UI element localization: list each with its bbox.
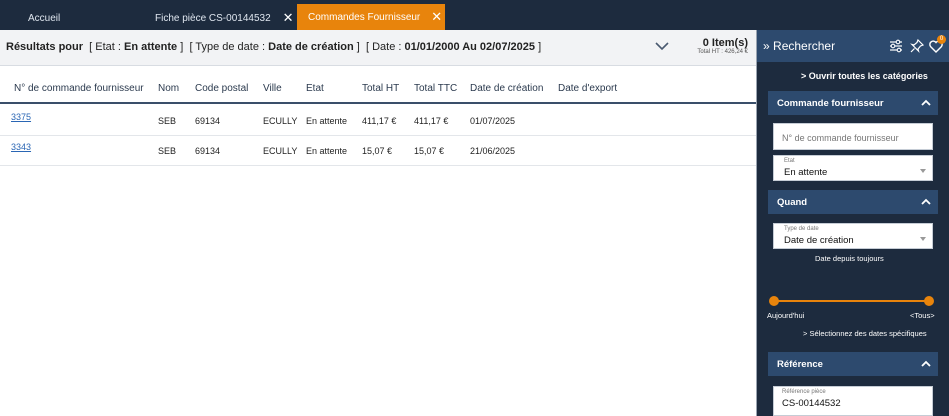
etat-value: En attente [784,167,828,178]
open-all-categories-link[interactable]: > Ouvrir toutes les catégories [801,71,928,81]
summary-type-end: ] [356,41,360,53]
col-header-total-ht[interactable]: Total HT [362,83,399,94]
summary-prefix: Résultats pour [6,41,84,53]
summary-type-label: [ Type de date : [189,41,266,53]
date-range-slider[interactable] [774,300,929,302]
items-count: 0 Item(s) Total HT : 426,24 € [697,37,748,55]
reference-value: CS-00144532 [782,398,841,409]
close-icon[interactable]: ✕ [283,10,294,26]
col-header-ville[interactable]: Ville [263,83,282,94]
summary-type-value: Date de création [268,41,354,53]
dropdown-arrow-icon [920,169,926,173]
summary-date-label: [ Date : [365,41,402,53]
results-area: Résultats pour [ Etat : En attente ] [ T… [0,30,756,416]
reference-caption: Référence pièce [782,389,826,395]
search-panel-header: » Rechercher 0 [757,30,949,62]
total-ht: Total HT : 426,24 € [697,49,748,55]
app-root: Accueil Fiche pièce CS-00144532 ✕ Comman… [0,0,949,416]
order-number-placeholder: N° de commande fournisseur [782,133,899,143]
search-panel: » Rechercher 0 > Ouvrir toutes les catég… [757,30,949,416]
tab-commandes-label: Commandes Fournisseur [308,11,421,23]
tab-accueil-label: Accueil [28,12,61,24]
cell-total-ht: 15,07 € [362,146,393,156]
col-header-nom[interactable]: Nom [158,83,179,94]
col-header-etat[interactable]: Etat [306,83,324,94]
col-header-date-creation[interactable]: Date de création [470,83,543,94]
specific-dates-label: Sélectionnez des dates spécifiques [809,329,927,338]
etat-caption: Etat [784,158,795,164]
summary-etat-value: En attente [124,41,178,53]
cell-nom: SEB [158,116,177,126]
col-header-total-ttc[interactable]: Total TTC [414,83,457,94]
cell-date-creation: 21/06/2025 [470,146,516,156]
search-panel-title[interactable]: » Rechercher [763,39,835,53]
section-quand[interactable]: Quand [768,190,938,214]
etat-select[interactable]: Etat En attente [773,155,933,181]
search-panel-title-label: Rechercher [773,39,836,53]
cell-total-ttc: 411,17 € [414,116,449,126]
close-icon[interactable]: ✕ [431,9,442,25]
chevron-up-icon[interactable] [919,96,933,110]
chevron-up-icon[interactable] [919,195,933,209]
order-number-link[interactable]: 3343 [11,142,31,152]
pin-icon[interactable] [909,38,925,54]
slider-handle-start[interactable] [769,296,779,306]
date-type-select[interactable]: Type de date Date de création [773,223,933,249]
summary-date-end: ] [538,41,542,53]
chevron-right-icon: > [801,71,807,81]
cell-total-ttc: 15,07 € [414,146,445,156]
sliders-icon[interactable] [888,38,904,54]
specific-dates-link[interactable]: > Sélectionnez des dates spécifiques [803,329,927,338]
tab-commandes-fournisseur[interactable]: Commandes Fournisseur ✕ [297,4,445,30]
tab-fiche-piece[interactable]: Fiche pièce CS-00144532 ✕ [155,6,294,30]
cell-code-postal: 69134 [195,146,221,156]
cell-total-ht: 411,17 € [362,116,397,126]
chevron-down-icon[interactable] [654,38,670,54]
table-row[interactable]: 3375 SEB 69134 ECULLY En attente 411,17 … [0,106,756,136]
chevron-right-icon: > [803,329,808,338]
cell-ville: ECULLY [263,116,298,126]
cell-etat: En attente [306,116,348,126]
chevron-up-icon[interactable] [919,357,933,371]
summary-etat-label: [ Etat : [89,41,121,53]
cell-etat: En attente [306,146,348,156]
cell-code-postal: 69134 [195,116,221,126]
slider-label-all: <Tous> [910,311,935,320]
date-type-caption: Type de date [784,226,819,232]
section-quand-label: Quand [777,197,808,208]
dropdown-arrow-icon [920,237,926,241]
tab-fiche-piece-label: Fiche pièce CS-00144532 [155,12,271,24]
slider-label-today: Aujourd'hui [767,311,805,320]
col-header-numero[interactable]: N° de commande fournisseur [14,83,144,94]
favorites-badge: 0 [937,35,946,44]
cell-date-creation: 01/07/2025 [470,116,516,126]
section-commande-label: Commande fournisseur [777,98,884,109]
order-number-input[interactable]: N° de commande fournisseur [773,123,933,150]
summary-etat-end: ] [180,41,184,53]
filter-summary: Résultats pour [ Etat : En attente ] [ T… [6,41,541,53]
tab-accueil[interactable]: Accueil [28,6,60,30]
table-header: N° de commande fournisseur Nom Code post… [0,74,756,104]
open-all-label: Ouvrir toutes les catégories [808,71,928,81]
items-count-value: 0 Item(s) [702,37,748,49]
slider-handle-end[interactable] [924,296,934,306]
reference-input[interactable]: Référence pièce CS-00144532 [773,386,933,416]
col-header-date-export[interactable]: Date d'export [558,83,617,94]
section-reference-label: Référence [777,359,823,370]
section-commande-fournisseur[interactable]: Commande fournisseur [768,91,938,115]
summary-date-value: 01/01/2000 Au 02/07/2025 [404,41,535,53]
section-reference[interactable]: Référence [768,352,938,376]
order-number-link[interactable]: 3375 [11,112,31,122]
double-chevron-right-icon[interactable]: » [763,39,770,53]
cell-ville: ECULLY [263,146,298,156]
results-summary: Résultats pour [ Etat : En attente ] [ T… [0,30,756,66]
cell-nom: SEB [158,146,177,156]
table-row[interactable]: 3343 SEB 69134 ECULLY En attente 15,07 €… [0,136,756,166]
col-header-code-postal[interactable]: Code postal [195,83,248,94]
date-type-value: Date de création [784,235,854,246]
date-since-label: Date depuis toujours [815,254,884,263]
tab-bar: Accueil Fiche pièce CS-00144532 ✕ Comman… [0,0,949,30]
